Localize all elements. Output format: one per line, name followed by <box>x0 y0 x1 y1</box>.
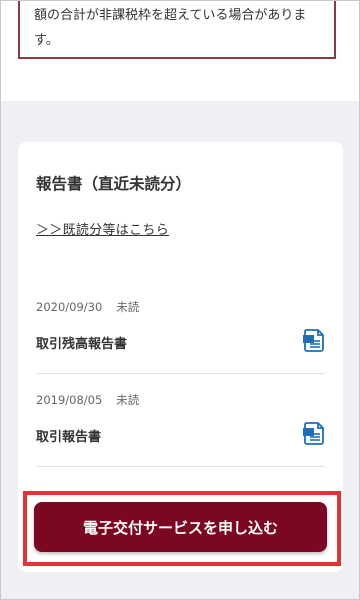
document-icon[interactable] <box>303 329 325 353</box>
notice-area: 額の合計が非課税枠を超えている場合がありま す。 <box>1 1 359 101</box>
report-meta: 2019/08/05 未読 <box>36 392 139 408</box>
report-meta: 2020/09/30 未読 <box>36 299 139 315</box>
read-reports-link[interactable]: ＞＞既読分等はこちら <box>36 219 169 238</box>
report-divider <box>36 373 325 374</box>
notice-line-2: す。 <box>34 33 59 48</box>
report-name: 取引報告書 <box>36 430 102 445</box>
report-item[interactable]: 2020/09/30 未読 取引残高報告書 <box>36 299 325 391</box>
report-date: 2020/09/30 <box>36 300 103 314</box>
apply-e-delivery-button[interactable]: 電子交付サービスを申し込む <box>34 502 327 552</box>
report-status: 未読 <box>116 300 140 314</box>
notice-line-1: 額の合計が非課税枠を超えている場合がありま <box>34 8 307 23</box>
screen-frame: 額の合計が非課税枠を超えている場合がありま す。 報告書（直近未読分） ＞＞既読… <box>0 0 360 600</box>
tax-notice-box: 額の合計が非課税枠を超えている場合がありま す。 <box>18 1 336 59</box>
report-status: 未読 <box>116 393 140 407</box>
document-icon[interactable] <box>303 422 325 446</box>
report-divider <box>36 466 325 467</box>
report-date: 2019/08/05 <box>36 393 103 407</box>
report-name: 取引残高報告書 <box>36 337 128 352</box>
reports-card-title: 報告書（直近未読分） <box>36 175 192 193</box>
report-item[interactable]: 2019/08/05 未読 取引報告書 <box>36 392 325 484</box>
